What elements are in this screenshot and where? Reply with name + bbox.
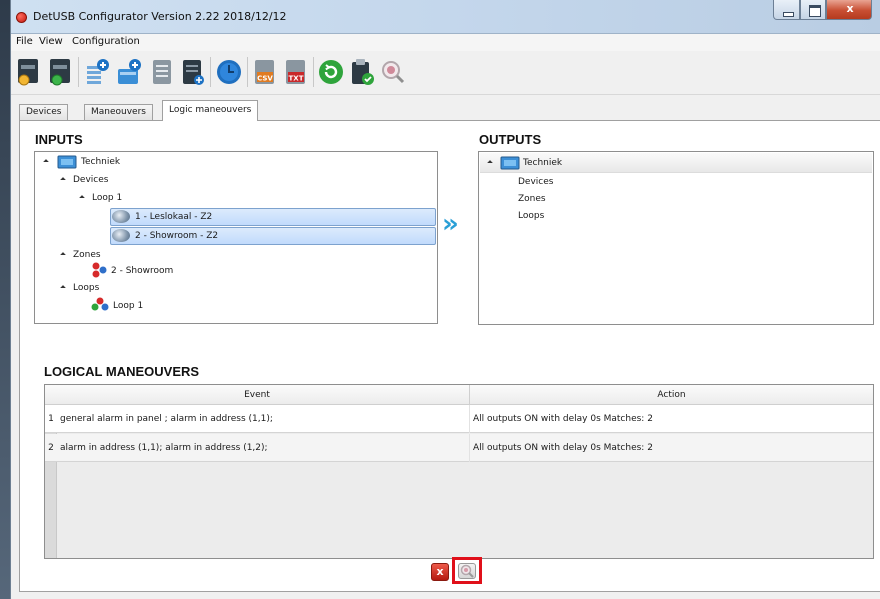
- tree-node-zones[interactable]: Zones: [73, 247, 101, 263]
- menu-bar: File View Configuration: [11, 34, 880, 51]
- event-cell[interactable]: general alarm in panel ; alarm in addres…: [57, 405, 469, 433]
- outputs-heading: OUTPUTS: [479, 132, 542, 147]
- tab-maneouvers[interactable]: Maneouvers: [84, 104, 153, 121]
- toolbar-separator: [247, 57, 248, 87]
- tree-node-device-2[interactable]: 2 - Showroom - Z2: [135, 228, 218, 244]
- expand-arrow-icon[interactable]: [79, 195, 85, 201]
- export-txt-icon: TXT: [286, 60, 305, 84]
- search-icon: [382, 61, 405, 84]
- tree-node-zone-2[interactable]: 2 - Showroom: [111, 263, 173, 279]
- outputs-tree-node-root[interactable]: Techniek: [523, 155, 562, 171]
- action-cell[interactable]: All outputs ON with delay 0s Matches: 2: [469, 434, 873, 462]
- toolbar-separator: [313, 57, 314, 87]
- panel-icon: [500, 156, 520, 170]
- document-button[interactable]: [148, 57, 176, 87]
- search-button-face: [458, 563, 476, 579]
- export-csv-icon: CSV: [255, 60, 274, 84]
- logic-maneouvers-panel: INPUTS OUTPUTS Techniek Devices Loop 1 1…: [19, 120, 880, 592]
- toolbar-separator: [210, 57, 211, 87]
- refresh-icon: [319, 60, 343, 84]
- expand-arrow-icon[interactable]: [43, 159, 49, 165]
- clipboard-check-icon: [352, 59, 374, 85]
- title-bar: DetUSB Configurator Version 2.22 2018/12…: [11, 0, 880, 34]
- outputs-tree-node-zones[interactable]: Zones: [518, 191, 546, 207]
- desktop-background: [0, 0, 10, 599]
- logical-maneouvers-heading: LOGICAL MANEOUVERS: [44, 364, 200, 379]
- table-row[interactable]: 1 general alarm in panel ; alarm in addr…: [45, 405, 873, 433]
- add-device-list-icon: [87, 59, 109, 84]
- table-row[interactable]: 2 alarm in address (1,1); alarm in addre…: [45, 434, 873, 462]
- panel-icon: [57, 155, 77, 169]
- save-config-icon: [50, 59, 70, 86]
- refresh-button[interactable]: [317, 57, 345, 87]
- zone-icon: [92, 262, 107, 278]
- export-csv-button[interactable]: CSV: [251, 57, 279, 87]
- column-header-action[interactable]: Action: [469, 385, 873, 405]
- tab-devices[interactable]: Devices: [19, 104, 69, 121]
- expand-arrow-icon[interactable]: [60, 177, 66, 183]
- outputs-tree-node-loops[interactable]: Loops: [518, 208, 544, 224]
- app-icon: [16, 12, 27, 23]
- outputs-tree[interactable]: Techniek Devices Zones Loops: [478, 151, 874, 325]
- maximize-button[interactable]: [800, 0, 826, 20]
- clipboard-check-button[interactable]: [348, 57, 376, 87]
- loop-icon: [91, 297, 109, 311]
- delete-button[interactable]: x: [431, 563, 449, 581]
- tree-node-loop-item[interactable]: Loop 1: [113, 298, 143, 314]
- csv-label: CSV: [257, 75, 273, 83]
- save-config-button[interactable]: [47, 57, 75, 87]
- column-header-event[interactable]: Event: [45, 385, 469, 405]
- expand-arrow-icon[interactable]: [60, 252, 66, 258]
- search-button[interactable]: [379, 57, 407, 87]
- tree-node-loop1[interactable]: Loop 1: [92, 190, 122, 206]
- add-device-list-button[interactable]: [83, 57, 111, 87]
- export-txt-button[interactable]: TXT: [282, 57, 310, 87]
- document-icon: [153, 60, 171, 84]
- tab-logic-maneouvers[interactable]: Logic maneouvers: [162, 100, 259, 121]
- logical-maneouvers-table[interactable]: Event Action 1 general alarm in panel ; …: [44, 384, 874, 559]
- txt-label: TXT: [289, 75, 304, 83]
- highlighted-search-button[interactable]: [452, 557, 482, 584]
- document-add-icon: [183, 60, 204, 85]
- menu-file[interactable]: File: [16, 36, 33, 47]
- delete-icon: x: [436, 565, 444, 578]
- inputs-tree[interactable]: Techniek Devices Loop 1 1 - Leslokaal - …: [34, 151, 438, 324]
- add-device-upload-icon: [118, 59, 141, 84]
- open-config-icon: [18, 59, 38, 86]
- row-number: 1: [48, 414, 54, 424]
- document-add-button[interactable]: [179, 57, 207, 87]
- add-device-upload-button[interactable]: [115, 57, 143, 87]
- outputs-tree-node-devices[interactable]: Devices: [518, 174, 553, 190]
- tree-node-devices[interactable]: Devices: [73, 172, 108, 188]
- transfer-arrow-button[interactable]: »: [442, 211, 459, 237]
- close-icon: x: [846, 2, 854, 15]
- clock-icon: [217, 60, 241, 84]
- minimize-button[interactable]: [773, 0, 800, 20]
- row-number: 2: [48, 443, 54, 453]
- expand-arrow-icon[interactable]: [60, 285, 66, 291]
- tree-node-device-1[interactable]: 1 - Leslokaal - Z2: [135, 209, 212, 225]
- event-cell[interactable]: alarm in address (1,1); alarm in address…: [57, 434, 469, 462]
- search-icon: [460, 564, 474, 578]
- detector-icon: [112, 210, 130, 223]
- window-title: DetUSB Configurator Version 2.22 2018/12…: [33, 10, 287, 23]
- app-window: DetUSB Configurator Version 2.22 2018/12…: [10, 0, 880, 599]
- close-button[interactable]: x: [826, 0, 872, 20]
- detector-icon: [112, 229, 130, 242]
- tree-node-loops[interactable]: Loops: [73, 280, 99, 296]
- toolbar: CSV TXT: [11, 51, 880, 95]
- action-cell[interactable]: All outputs ON with delay 0s Matches: 2: [469, 405, 873, 433]
- open-config-button[interactable]: [15, 57, 43, 87]
- tree-node-root[interactable]: Techniek: [81, 154, 120, 170]
- menu-configuration[interactable]: Configuration: [72, 36, 140, 47]
- menu-view[interactable]: View: [39, 36, 63, 47]
- toolbar-separator: [78, 57, 79, 87]
- clock-button[interactable]: [215, 57, 243, 87]
- inputs-heading: INPUTS: [35, 132, 83, 147]
